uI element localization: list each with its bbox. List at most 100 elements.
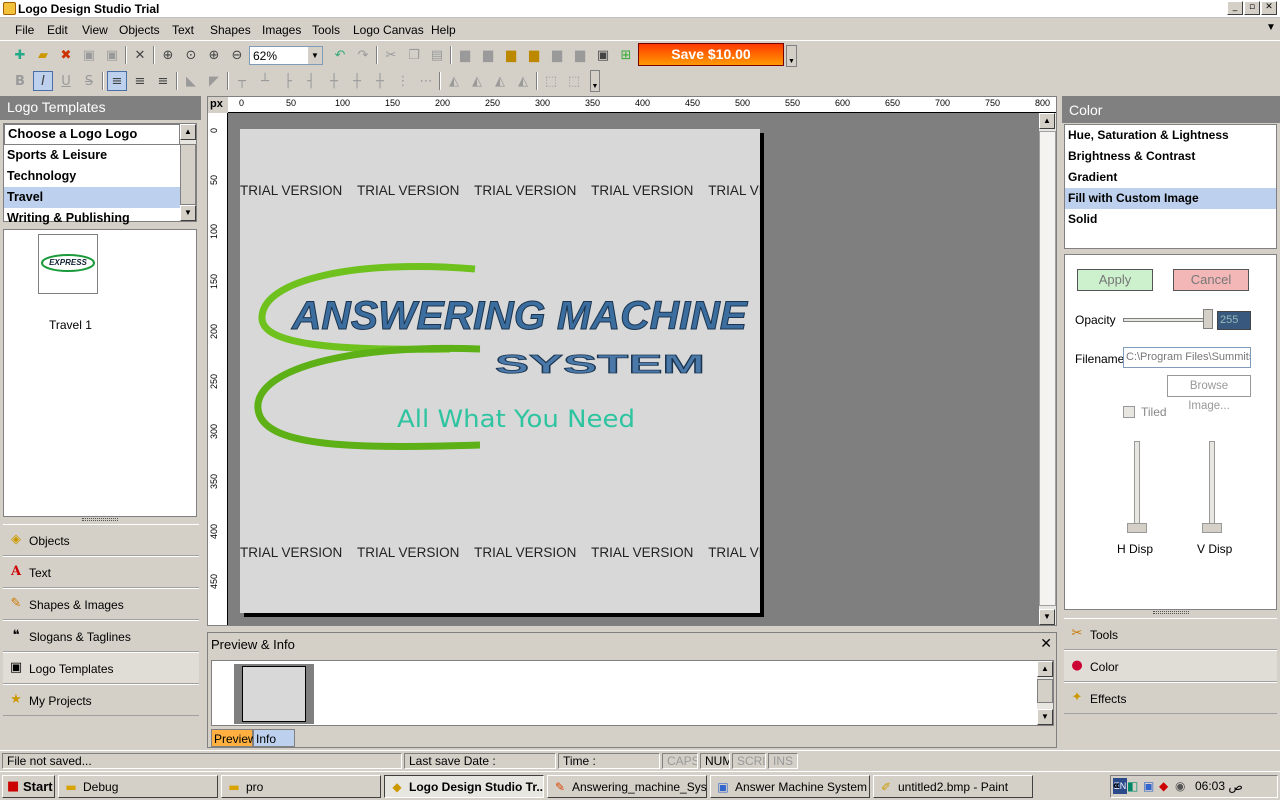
bold-icon[interactable]: B bbox=[10, 71, 30, 91]
minimize-button[interactable]: _ bbox=[1227, 1, 1243, 15]
align-top-icon[interactable]: ┬ bbox=[232, 71, 252, 91]
save-as-icon[interactable]: ▣ bbox=[102, 45, 122, 65]
list-item[interactable]: Writing & Publishing bbox=[4, 208, 180, 229]
unlock-all-icon[interactable]: ▆ bbox=[524, 45, 544, 65]
category-list[interactable]: Choose a Logo Logo Sports & Leisure Tech… bbox=[3, 123, 197, 225]
open-folder-icon[interactable]: ▰ bbox=[33, 45, 53, 65]
menu-overflow-icon[interactable]: ▼ bbox=[1266, 22, 1276, 33]
color-options-list[interactable]: Hue, Saturation & Lightness Brightness &… bbox=[1064, 124, 1277, 249]
task-debug[interactable]: ▬ Debug bbox=[58, 775, 218, 798]
save-purchase-button[interactable]: Save $10.00 bbox=[638, 43, 784, 66]
list-item[interactable]: Gradient bbox=[1065, 167, 1276, 188]
zoom-fit-icon[interactable]: ⊕ bbox=[158, 45, 178, 65]
task-answering-machine[interactable]: ✎ Answering_machine_Sys... bbox=[547, 775, 707, 798]
menu-tools[interactable]: Tools bbox=[312, 23, 340, 37]
italic-icon[interactable]: I bbox=[33, 71, 53, 91]
security-icon[interactable]: ▣ bbox=[1143, 779, 1154, 793]
nav-effects[interactable]: ✦ Effects bbox=[1064, 682, 1277, 714]
tiled-checkbox[interactable] bbox=[1123, 406, 1135, 418]
list-item[interactable]: Technology bbox=[4, 166, 180, 187]
splitter-grip[interactable] bbox=[1153, 611, 1189, 614]
nav-my-projects[interactable]: ★ My Projects bbox=[3, 684, 199, 716]
align-left-icon[interactable]: ≡ bbox=[107, 71, 127, 91]
logo-canvas[interactable]: TRIAL VERSION TRIAL VERSION TRIAL VERSIO… bbox=[240, 129, 760, 613]
opacity-slider[interactable] bbox=[1123, 318, 1211, 322]
cancel-button[interactable]: Cancel bbox=[1173, 269, 1249, 291]
list-header[interactable]: Choose a Logo Logo bbox=[4, 124, 180, 145]
menu-help[interactable]: Help bbox=[431, 23, 456, 37]
menu-objects[interactable]: Objects bbox=[119, 23, 160, 37]
menu-images[interactable]: Images bbox=[262, 23, 301, 37]
save-icon[interactable]: ▣ bbox=[79, 45, 99, 65]
start-button[interactable]: ■ Start bbox=[2, 775, 55, 798]
menu-edit[interactable]: Edit bbox=[47, 23, 68, 37]
nav-shapes-images[interactable]: ✎ Shapes & Images bbox=[3, 588, 199, 620]
nav-logo-templates[interactable]: ▣ Logo Templates bbox=[3, 652, 199, 684]
logo-subheadline[interactable]: SYSTEM bbox=[495, 349, 706, 380]
splitter-grip[interactable] bbox=[82, 518, 118, 521]
list-item-selected[interactable]: Travel bbox=[4, 187, 180, 208]
format-overflow-icon[interactable]: ▼ bbox=[590, 70, 600, 92]
list-item[interactable]: Brightness & Contrast bbox=[1065, 146, 1276, 167]
menu-view[interactable]: View bbox=[82, 23, 108, 37]
chevron-down-icon[interactable]: ▼ bbox=[308, 47, 322, 64]
list-item[interactable]: Hue, Saturation & Lightness bbox=[1065, 125, 1276, 146]
zoom-out-icon[interactable]: ⊖ bbox=[227, 45, 247, 65]
scroll-down-icon[interactable]: ▼ bbox=[1039, 609, 1055, 625]
h-disp-handle[interactable] bbox=[1127, 523, 1147, 533]
tab-info[interactable]: Info bbox=[253, 729, 295, 747]
underline-icon[interactable]: U bbox=[56, 71, 76, 91]
opacity-value[interactable]: 255 bbox=[1217, 311, 1251, 330]
unlock-icon[interactable]: ▆ bbox=[478, 45, 498, 65]
paste-icon[interactable]: ▤ bbox=[427, 45, 447, 65]
lock-all-icon[interactable]: ▆ bbox=[501, 45, 521, 65]
center-both-icon[interactable]: ┼ bbox=[324, 71, 344, 91]
scroll-down-icon[interactable]: ▼ bbox=[1037, 709, 1053, 725]
ungroup-icon[interactable]: ▆ bbox=[570, 45, 590, 65]
bring-front-icon[interactable]: ◭ bbox=[444, 71, 464, 91]
scroll-down-icon[interactable]: ▼ bbox=[180, 205, 196, 221]
category-scrollbar[interactable]: ▲ ▼ bbox=[180, 124, 196, 221]
nav-text[interactable]: A Text bbox=[3, 556, 199, 588]
scroll-thumb[interactable] bbox=[180, 144, 196, 205]
align-bottom-icon[interactable]: ┴ bbox=[255, 71, 275, 91]
preview-thumbnail[interactable] bbox=[234, 664, 314, 724]
transform-icon[interactable]: ⬚ bbox=[564, 71, 584, 91]
task-answer-machine-system[interactable]: ▣ Answer Machine System ... bbox=[710, 775, 870, 798]
align-center-icon[interactable]: ≡ bbox=[130, 71, 150, 91]
flip-horizontal-icon[interactable]: ◣ bbox=[181, 71, 201, 91]
undo-icon[interactable]: ↶ bbox=[330, 45, 350, 65]
align-left-edge-icon[interactable]: ├ bbox=[278, 71, 298, 91]
zoom-select[interactable]: 62% ▼ bbox=[249, 46, 323, 65]
copy-icon[interactable]: ❐ bbox=[404, 45, 424, 65]
nav-objects[interactable]: ◈ Objects bbox=[3, 524, 199, 556]
h-disp-slider[interactable] bbox=[1134, 441, 1140, 533]
shield-icon[interactable]: ◆ bbox=[1159, 779, 1168, 793]
toolbar-overflow-icon[interactable]: ▼ bbox=[786, 45, 797, 67]
template-thumbnail[interactable]: EXPRESS bbox=[38, 234, 98, 294]
tray-expand-icon[interactable]: « bbox=[1113, 778, 1120, 792]
logo-slogan[interactable]: All What You Need bbox=[397, 405, 635, 433]
menu-file[interactable]: File bbox=[15, 23, 34, 37]
close-file-icon[interactable]: ✖ bbox=[56, 45, 76, 65]
tab-preview[interactable]: Preview bbox=[211, 729, 257, 747]
zoom-in-icon[interactable]: ⊕ bbox=[204, 45, 224, 65]
scroll-thumb[interactable] bbox=[1037, 679, 1053, 703]
nav-color[interactable]: ● Color bbox=[1064, 650, 1277, 682]
resize-icon[interactable]: ⬚ bbox=[541, 71, 561, 91]
task-pro[interactable]: ▬ pro bbox=[221, 775, 381, 798]
list-item-selected[interactable]: Fill with Custom Image bbox=[1065, 188, 1276, 209]
bring-forward-icon[interactable]: ◭ bbox=[467, 71, 487, 91]
zoom-search-icon[interactable]: ⊙ bbox=[181, 45, 201, 65]
close-window-button[interactable]: ✕ bbox=[1261, 1, 1277, 15]
group-icon[interactable]: ▆ bbox=[547, 45, 567, 65]
align-right-edge-icon[interactable]: ┤ bbox=[301, 71, 321, 91]
close-preview-icon[interactable]: ✕ bbox=[1040, 635, 1052, 652]
cut-icon[interactable]: ✂ bbox=[381, 45, 401, 65]
add-object-icon[interactable]: ⊞ bbox=[616, 45, 636, 65]
add-layer-icon[interactable]: ▣ bbox=[593, 45, 613, 65]
apply-button[interactable]: Apply bbox=[1077, 269, 1153, 291]
opacity-slider-handle[interactable] bbox=[1203, 309, 1213, 329]
menu-text[interactable]: Text bbox=[172, 23, 194, 37]
strikethrough-icon[interactable]: S bbox=[79, 71, 99, 91]
